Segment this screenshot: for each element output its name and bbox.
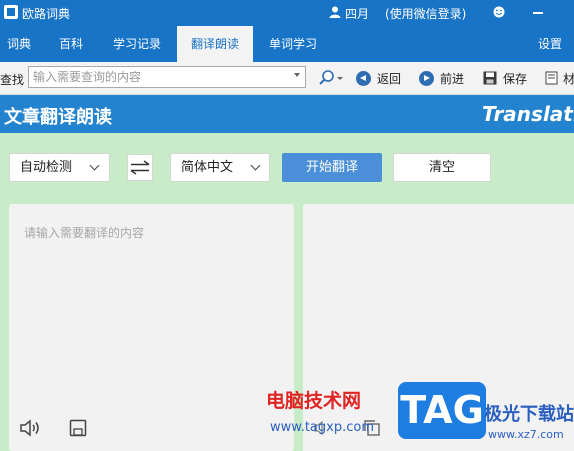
source-language-select[interactable]: 自动检测 [9,153,110,182]
swap-arrows-icon [130,160,150,175]
save-label: 保存 [503,71,528,86]
back-label: 返回 [377,71,402,86]
page-title-en: Translati [482,102,574,126]
translate-banner: 文章翻译朗读 Translati [0,95,574,133]
forward-button[interactable]: 前进 [419,69,464,87]
target-language-select[interactable]: 简体中文 [170,153,270,182]
back-arrow-icon [356,70,371,86]
app-title: 欧路词典 [22,7,71,21]
feedback-smile-icon[interactable] [493,6,505,18]
user-name[interactable]: 四月 [345,5,369,22]
title-bar: 欧路词典 四月 (使用微信登录) [0,0,574,26]
user-icon[interactable] [329,6,341,18]
tab-word-learning[interactable]: 单词学习 [258,26,328,62]
app-logo-icon [4,5,18,19]
save-icon [483,71,497,85]
save-disk-icon[interactable] [69,419,87,437]
watermark-brand: 极光下载站 [484,404,574,425]
back-button[interactable]: 返回 [356,69,401,87]
book-icon [545,71,558,85]
watermark-site-url: www.tagxp.com [270,420,374,435]
main-menu-bar: 词典 百科 学习记录 翻译朗读 单词学习 设置 [0,26,574,62]
watermark-site-name: 电脑技术网 [266,390,362,412]
materials-button[interactable]: 材 [545,69,574,87]
search-history-dropdown-icon[interactable] [294,73,300,77]
search-input[interactable] [28,66,306,88]
start-translate-button[interactable]: 开始翻译 [282,153,382,182]
tab-study-records[interactable]: 学习记录 [104,26,170,62]
tab-encyclopedia[interactable]: 百科 [48,26,94,62]
target-language-value: 简体中文 [181,160,234,175]
swap-languages-button[interactable] [127,154,153,181]
user-login-note: (使用微信登录) [385,7,467,21]
forward-arrow-icon [419,70,434,86]
speaker-icon[interactable] [19,418,41,438]
search-label: 查找 [0,73,25,87]
chevron-down-icon [89,160,100,171]
page-title: 文章翻译朗读 [4,107,112,128]
tab-translate-read[interactable]: 翻译朗读 [177,26,253,62]
settings-menu[interactable]: 设置 [532,26,568,62]
clear-button[interactable]: 清空 [393,153,491,182]
lookup-search-icon[interactable] [318,69,344,87]
toolbar: 查找 返回 前进 保存 材 [0,62,574,95]
watermark-tag-logo: TAG [398,382,486,439]
watermark-brand-url: www.xz7.com [488,428,564,441]
source-language-value: 自动检测 [20,160,73,175]
minimize-icon[interactable] [533,12,543,14]
source-text-panel[interactable]: 请输入需要翻译的内容 [9,204,294,451]
chevron-down-icon [250,160,261,171]
source-text-placeholder: 请输入需要翻译的内容 [24,226,145,240]
tab-dictionary[interactable]: 词典 [0,26,38,62]
forward-label: 前进 [440,71,465,86]
materials-label: 材 [563,71,574,86]
save-button[interactable]: 保存 [483,69,527,87]
